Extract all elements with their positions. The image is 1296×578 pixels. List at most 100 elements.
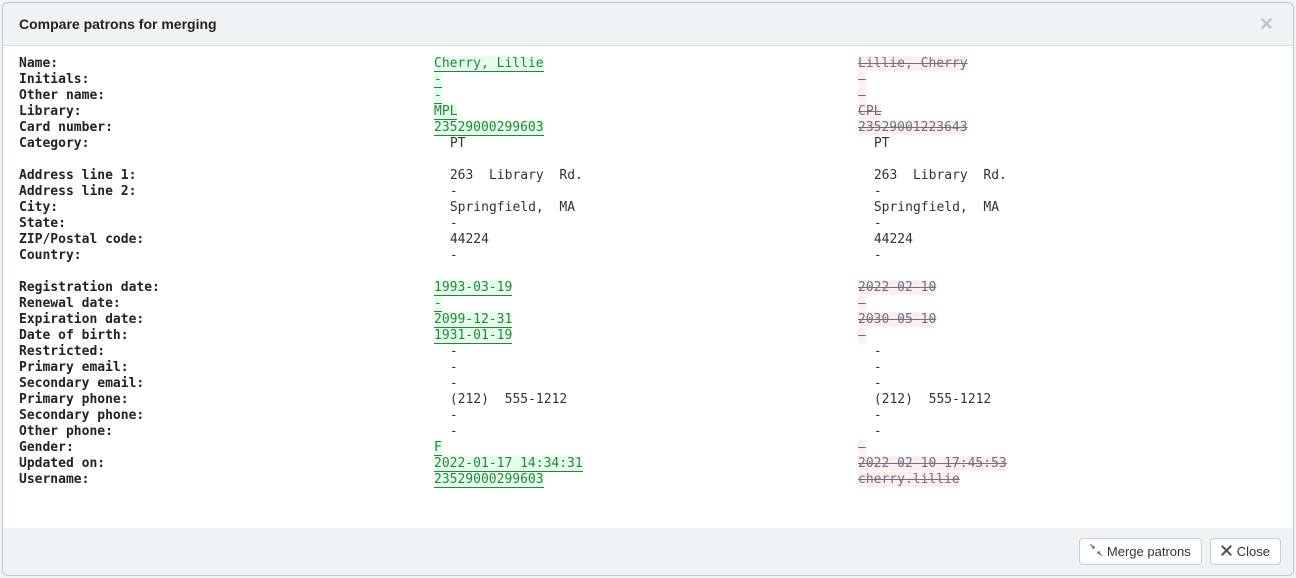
keep-value: MPL: [434, 104, 858, 120]
compare-row: Registration date:1993-03-192022-02-10: [19, 280, 1277, 296]
compare-row: Primary email: - -: [19, 360, 1277, 376]
compare-row: Restricted: - -: [19, 344, 1277, 360]
field-label: Primary email:: [19, 360, 434, 376]
compare-row: Library:MPLCPL: [19, 104, 1277, 120]
field-label: Country:: [19, 248, 434, 264]
field-label: Date of birth:: [19, 328, 434, 344]
merge-patrons-label: Merge patrons: [1107, 544, 1191, 559]
field-label: Updated on:: [19, 456, 434, 472]
compare-row: Primary phone: (212) 555-1212 (212) 555-…: [19, 392, 1277, 408]
compare-row: Country: - -: [19, 248, 1277, 264]
keep-value: 2022-01-17 14:34:31: [434, 456, 858, 472]
drop-value: -: [858, 216, 1277, 232]
compare-row: Updated on:2022-01-17 14:34:312022-02-10…: [19, 456, 1277, 472]
keep-value: -: [434, 408, 858, 424]
drop-value: 2030-05-10: [858, 312, 1277, 328]
compare-row: Secondary phone: - -: [19, 408, 1277, 424]
modal-title: Compare patrons for merging: [19, 16, 217, 32]
field-label: Other phone:: [19, 424, 434, 440]
field-label: Address line 2:: [19, 184, 434, 200]
field-label: Address line 1:: [19, 168, 434, 184]
compare-row: Other phone: - -: [19, 424, 1277, 440]
compare-row: Address line 2: - -: [19, 184, 1277, 200]
merge-patrons-button[interactable]: Merge patrons: [1079, 538, 1202, 565]
modal-footer: Merge patrons Close: [3, 528, 1293, 575]
compare-row: Secondary email: - -: [19, 376, 1277, 392]
close-button-label: Close: [1237, 544, 1270, 559]
compress-icon: [1090, 544, 1102, 559]
drop-value: -: [858, 296, 1277, 312]
keep-value: 2099-12-31: [434, 312, 858, 328]
merge-compare-modal: Compare patrons for merging × Name:Cherr…: [2, 2, 1294, 576]
drop-value: -: [858, 360, 1277, 376]
compare-row: Renewal date:--: [19, 296, 1277, 312]
drop-value: -: [858, 88, 1277, 104]
compare-row: Initials:--: [19, 72, 1277, 88]
compare-row: ZIP/Postal code: 44224 44224: [19, 232, 1277, 248]
field-label: Other name:: [19, 88, 434, 104]
close-icon[interactable]: ×: [1256, 13, 1277, 35]
field-label: Secondary phone:: [19, 408, 434, 424]
field-label: Registration date:: [19, 280, 434, 296]
keep-value: -: [434, 216, 858, 232]
close-button[interactable]: Close: [1210, 538, 1281, 565]
field-label: Username:: [19, 472, 434, 488]
keep-value: 263 Library Rd.: [434, 168, 858, 184]
compare-row: Username:23529000299603cherry.lillie: [19, 472, 1277, 488]
compare-table: Name:Cherry, LillieLillie, CherryInitial…: [3, 46, 1293, 528]
keep-value: F: [434, 440, 858, 456]
drop-value: -: [858, 344, 1277, 360]
drop-value: 263 Library Rd.: [858, 168, 1277, 184]
field-label: State:: [19, 216, 434, 232]
keep-value: -: [434, 248, 858, 264]
keep-value: Cherry, Lillie: [434, 56, 858, 72]
compare-row: Card number:2352900029960323529001223643: [19, 120, 1277, 136]
keep-value: Springfield, MA: [434, 200, 858, 216]
field-label: Restricted:: [19, 344, 434, 360]
drop-value: -: [858, 408, 1277, 424]
compare-row: Address line 1: 263 Library Rd. 263 Libr…: [19, 168, 1277, 184]
drop-value: 23529001223643: [858, 120, 1277, 136]
drop-value: 2022-02-10: [858, 280, 1277, 296]
drop-value: -: [858, 440, 1277, 456]
field-label: Initials:: [19, 72, 434, 88]
drop-value: -: [858, 328, 1277, 344]
keep-value: -: [434, 376, 858, 392]
drop-value: 44224: [858, 232, 1277, 248]
drop-value: -: [858, 424, 1277, 440]
close-icon: [1221, 544, 1232, 559]
drop-value: cherry.lillie: [858, 472, 1277, 488]
compare-row: Name:Cherry, LillieLillie, Cherry: [19, 56, 1277, 72]
keep-value: PT: [434, 136, 858, 152]
field-label: Name:: [19, 56, 434, 72]
keep-value: 1931-01-19: [434, 328, 858, 344]
modal-header: Compare patrons for merging ×: [3, 3, 1293, 46]
drop-value: PT: [858, 136, 1277, 152]
field-label: Secondary email:: [19, 376, 434, 392]
drop-value: CPL: [858, 104, 1277, 120]
keep-value: 1993-03-19: [434, 280, 858, 296]
keep-value: 44224: [434, 232, 858, 248]
field-label: Library:: [19, 104, 434, 120]
field-label: Primary phone:: [19, 392, 434, 408]
field-label: City:: [19, 200, 434, 216]
compare-row: State: - -: [19, 216, 1277, 232]
drop-value: Lillie, Cherry: [858, 56, 1277, 72]
drop-value: -: [858, 184, 1277, 200]
field-label: Gender:: [19, 440, 434, 456]
compare-row: Date of birth:1931-01-19-: [19, 328, 1277, 344]
field-label: Category:: [19, 136, 434, 152]
drop-value: 2022-02-10 17:45:53: [858, 456, 1277, 472]
compare-row: City: Springfield, MA Springfield, MA: [19, 200, 1277, 216]
compare-row: Other name:--: [19, 88, 1277, 104]
keep-value: -: [434, 296, 858, 312]
keep-value: (212) 555-1212: [434, 392, 858, 408]
keep-value: -: [434, 424, 858, 440]
keep-value: 23529000299603: [434, 120, 858, 136]
drop-value: -: [858, 72, 1277, 88]
drop-value: -: [858, 376, 1277, 392]
keep-value: -: [434, 72, 858, 88]
compare-row: Category: PT PT: [19, 136, 1277, 152]
keep-value: -: [434, 360, 858, 376]
compare-row: Expiration date:2099-12-312030-05-10: [19, 312, 1277, 328]
